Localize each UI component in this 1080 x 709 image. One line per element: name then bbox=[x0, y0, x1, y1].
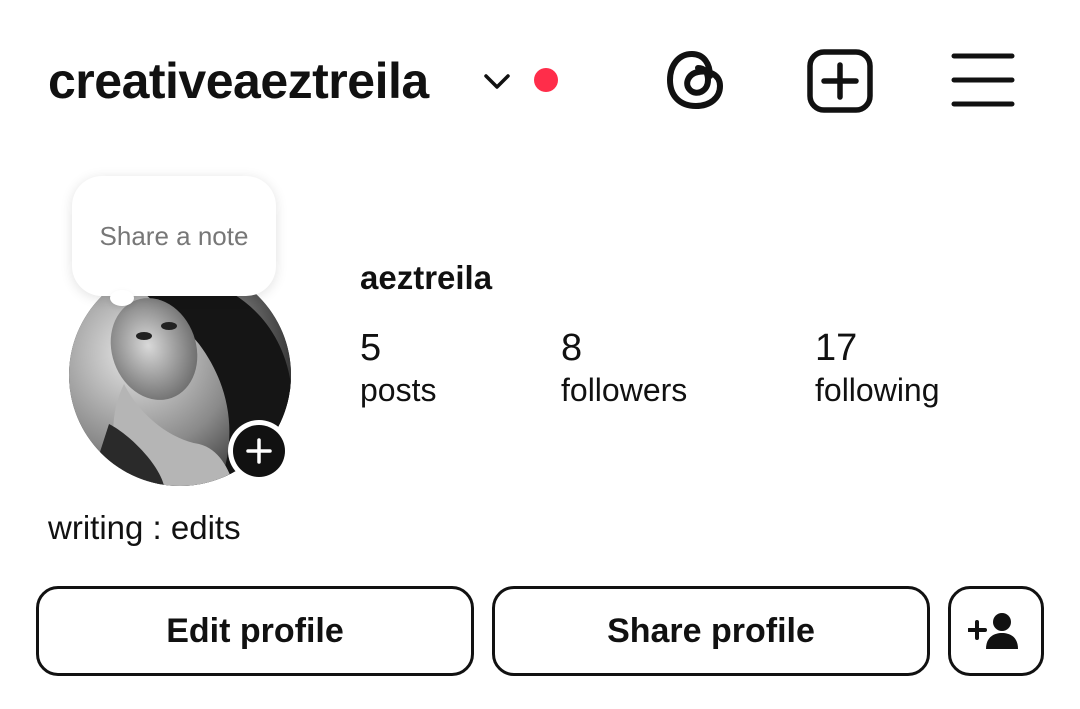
stat-followers[interactable]: 8 followers bbox=[561, 326, 687, 410]
stat-followers-label: followers bbox=[561, 372, 688, 408]
note-bubble-tail bbox=[110, 290, 134, 306]
chevron-down-icon[interactable] bbox=[480, 64, 514, 98]
stat-followers-value: 8 bbox=[561, 327, 583, 369]
profile-username[interactable]: creativeaeztreila bbox=[48, 50, 429, 112]
profile-bio: writing : edits bbox=[48, 509, 241, 546]
display-name: aeztreila bbox=[360, 259, 493, 296]
plus-icon bbox=[246, 438, 272, 464]
share-note-placeholder: Share a note bbox=[99, 220, 249, 251]
add-story-button[interactable] bbox=[228, 420, 290, 482]
threads-icon[interactable] bbox=[664, 46, 728, 114]
add-person-icon bbox=[968, 613, 1018, 649]
edit-profile-button[interactable]: Edit profile bbox=[36, 586, 474, 676]
add-story-circle bbox=[233, 425, 285, 477]
stat-following-label: following bbox=[815, 372, 940, 408]
stat-following[interactable]: 17 following bbox=[815, 326, 940, 410]
notification-dot bbox=[534, 68, 558, 92]
new-post-icon[interactable] bbox=[806, 48, 874, 114]
share-profile-button[interactable]: Share profile bbox=[492, 586, 930, 676]
share-note-bubble[interactable]: Share a note bbox=[72, 176, 276, 296]
stat-posts-label: posts bbox=[360, 372, 437, 408]
menu-icon[interactable] bbox=[950, 50, 1016, 110]
stat-posts-value: 5 bbox=[360, 327, 382, 369]
stat-following-value: 17 bbox=[815, 327, 858, 369]
stat-posts[interactable]: 5 posts bbox=[360, 326, 436, 410]
discover-people-button[interactable] bbox=[948, 586, 1044, 676]
